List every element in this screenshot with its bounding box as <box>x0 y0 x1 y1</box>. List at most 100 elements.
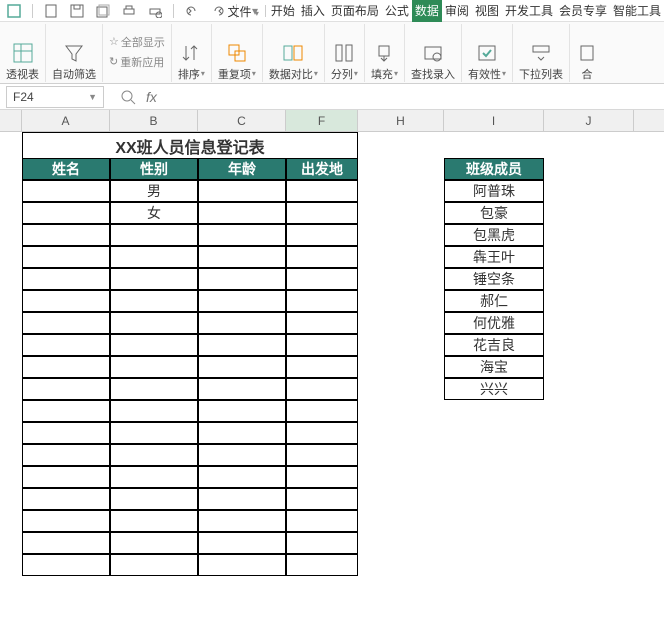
saveas-icon[interactable] <box>95 3 111 19</box>
table-cell[interactable] <box>22 466 110 488</box>
fx-icon[interactable]: fx <box>146 89 157 105</box>
tab-member[interactable]: 会员专享 <box>556 0 610 22</box>
grid-body[interactable]: XX班人员信息登记表 姓名性别年龄出发地男女班级成员阿普珠包豪包黑虎犇王叶锤空条… <box>0 132 664 632</box>
tab-devtools[interactable]: 开发工具 <box>502 0 556 22</box>
table-cell[interactable] <box>110 312 198 334</box>
side-item[interactable]: 郝仁 <box>444 290 544 312</box>
spreadsheet-grid[interactable]: ABCFHIJ XX班人员信息登记表 姓名性别年龄出发地男女班级成员阿普珠包豪包… <box>0 110 664 632</box>
side-item[interactable]: 包豪 <box>444 202 544 224</box>
select-all-corner[interactable] <box>0 110 22 131</box>
table-cell[interactable] <box>198 532 286 554</box>
table-cell[interactable] <box>198 510 286 532</box>
table-cell[interactable] <box>286 510 358 532</box>
table-cell[interactable] <box>198 246 286 268</box>
table-cell[interactable] <box>22 334 110 356</box>
table-cell[interactable] <box>198 356 286 378</box>
formula-input[interactable] <box>167 86 664 108</box>
col-header-J[interactable]: J <box>544 110 634 131</box>
side-item[interactable]: 何优雅 <box>444 312 544 334</box>
side-item[interactable]: 兴兴 <box>444 378 544 400</box>
save-icon[interactable] <box>69 3 85 19</box>
side-item[interactable]: 花吉良 <box>444 334 544 356</box>
table-header[interactable]: 年龄 <box>198 158 286 180</box>
sort-button[interactable]: 排序▾ <box>178 42 205 82</box>
tab-data[interactable]: 数据 <box>412 0 442 22</box>
table-cell[interactable] <box>110 488 198 510</box>
table-cell[interactable] <box>198 488 286 510</box>
table-cell[interactable] <box>22 488 110 510</box>
reapply-button[interactable]: ↻重新应用 <box>109 54 165 70</box>
table-cell[interactable] <box>198 422 286 444</box>
table-cell[interactable] <box>22 356 110 378</box>
table-cell[interactable] <box>198 312 286 334</box>
tab-formula[interactable]: 公式 <box>382 0 412 22</box>
table-cell[interactable] <box>110 532 198 554</box>
table-cell[interactable] <box>110 378 198 400</box>
tab-insert[interactable]: 插入 <box>298 0 328 22</box>
table-cell[interactable] <box>110 290 198 312</box>
table-cell[interactable] <box>198 334 286 356</box>
table-cell[interactable] <box>286 334 358 356</box>
col-header-B[interactable]: B <box>110 110 198 131</box>
table-cell[interactable] <box>22 444 110 466</box>
undo-icon[interactable] <box>184 3 200 19</box>
table-cell[interactable] <box>198 378 286 400</box>
col-header-A[interactable]: A <box>22 110 110 131</box>
table-cell[interactable] <box>110 554 198 576</box>
table-cell[interactable]: 男 <box>110 180 198 202</box>
table-cell[interactable] <box>110 246 198 268</box>
table-cell[interactable] <box>110 510 198 532</box>
table-cell[interactable] <box>110 444 198 466</box>
table-cell[interactable] <box>286 554 358 576</box>
table-cell[interactable] <box>22 202 110 224</box>
validation-button[interactable]: 有效性▾ <box>468 42 506 82</box>
tab-start[interactable]: 开始 <box>268 0 298 22</box>
table-cell[interactable] <box>198 224 286 246</box>
side-item[interactable]: 阿普珠 <box>444 180 544 202</box>
side-item[interactable]: 锤空条 <box>444 268 544 290</box>
table-cell[interactable] <box>286 422 358 444</box>
table-cell[interactable] <box>22 290 110 312</box>
table-cell[interactable] <box>198 554 286 576</box>
side-item[interactable]: 海宝 <box>444 356 544 378</box>
side-header[interactable]: 班级成员 <box>444 158 544 180</box>
table-cell[interactable] <box>22 268 110 290</box>
compare-button[interactable]: 数据对比▾ <box>269 42 318 82</box>
tab-layout[interactable]: 页面布局 <box>328 0 382 22</box>
duplicates-button[interactable]: 重复项▾ <box>218 42 256 82</box>
table-cell[interactable] <box>286 224 358 246</box>
table-cell[interactable] <box>286 444 358 466</box>
table-cell[interactable] <box>286 488 358 510</box>
find-input-button[interactable]: 查找录入 <box>411 42 455 82</box>
table-cell[interactable] <box>22 224 110 246</box>
table-cell[interactable] <box>286 466 358 488</box>
name-box[interactable]: F24 ▼ <box>6 86 104 108</box>
fill-button[interactable]: 填充▾ <box>371 42 398 82</box>
table-cell[interactable] <box>22 378 110 400</box>
table-cell[interactable] <box>110 466 198 488</box>
tab-smart[interactable]: 智能工具 <box>610 0 664 22</box>
namebox-dropdown-icon[interactable]: ▼ <box>88 92 97 102</box>
table-cell[interactable] <box>110 334 198 356</box>
side-item[interactable]: 犇王叶 <box>444 246 544 268</box>
table-cell[interactable] <box>22 180 110 202</box>
pivot-button[interactable]: 透视表 <box>6 42 39 82</box>
table-cell[interactable] <box>22 400 110 422</box>
table-header[interactable]: 出发地 <box>286 158 358 180</box>
side-item[interactable]: 包黑虎 <box>444 224 544 246</box>
print-preview-icon[interactable] <box>147 3 163 19</box>
table-cell[interactable] <box>286 268 358 290</box>
col-header-H[interactable]: H <box>358 110 444 131</box>
table-cell[interactable] <box>198 466 286 488</box>
table-header[interactable]: 姓名 <box>22 158 110 180</box>
split-button[interactable]: 分列▾ <box>331 42 358 82</box>
file-menu[interactable]: 文件 ▾ <box>223 3 262 20</box>
tab-review[interactable]: 审阅 <box>442 0 472 22</box>
table-cell[interactable] <box>198 268 286 290</box>
show-all-button[interactable]: ☆全部显示 <box>109 34 165 50</box>
col-header-C[interactable]: C <box>198 110 286 131</box>
table-cell[interactable] <box>286 532 358 554</box>
table-cell[interactable] <box>22 246 110 268</box>
table-cell[interactable] <box>22 532 110 554</box>
table-cell[interactable] <box>22 554 110 576</box>
